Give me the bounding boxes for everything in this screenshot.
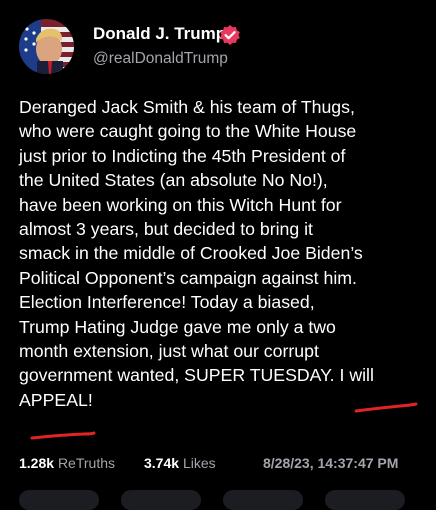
retruths-count: 1.28k: [19, 455, 55, 471]
retruths-label: ReTruths: [57, 455, 115, 471]
like-button[interactable]: [223, 490, 303, 510]
post-line: have been working on this Witch Hunt for: [19, 194, 342, 215]
reply-button[interactable]: [19, 490, 99, 510]
retruths-stat[interactable]: 1.28k ReTruths: [19, 455, 115, 471]
avatar-image: [19, 19, 74, 74]
post-line: Trump Hating Judge gave me only a two: [19, 316, 336, 337]
post-line: just prior to Indicting the 45th Preside…: [19, 145, 346, 166]
author-handle[interactable]: @realDonaldTrump: [93, 50, 228, 68]
post-line: Deranged Jack Smith & his team of Thugs,: [19, 97, 355, 117]
likes-stat[interactable]: 3.74k Likes: [144, 455, 216, 471]
post-line: month extension, just what our corrupt: [19, 340, 319, 361]
likes-count: 3.74k: [144, 455, 180, 471]
post-line: the United States (an absolute No No!),: [19, 170, 328, 191]
profile-avatar[interactable]: [19, 19, 74, 74]
verified-badge-icon: [220, 25, 240, 45]
post-line: almost 3 years, but decided to bring it: [19, 218, 313, 239]
post-line: Political Opponent’s campaign against hi…: [19, 267, 357, 288]
likes-label: Likes: [182, 455, 216, 471]
post-line: APPEAL!: [19, 389, 93, 410]
retruth-button[interactable]: [121, 490, 201, 510]
action-bar: [0, 490, 436, 510]
post-card: Donald J. Trump @realDonaldTrump Derange…: [0, 0, 436, 510]
post-timestamp: 8/28/23, 14:37:47 PM: [263, 455, 399, 471]
post-line: government wanted, SUPER TUESDAY. I will: [19, 365, 374, 386]
post-line: smack in the middle of Crooked Joe Biden…: [19, 243, 363, 264]
share-button[interactable]: [325, 490, 405, 510]
post-body: Deranged Jack Smith & his team of Thugs,…: [19, 95, 429, 412]
author-display-name[interactable]: Donald J. Trump: [93, 24, 226, 44]
post-line: who were caught going to the White House: [19, 121, 357, 142]
post-line: Election Interference! Today a biased,: [19, 292, 315, 313]
